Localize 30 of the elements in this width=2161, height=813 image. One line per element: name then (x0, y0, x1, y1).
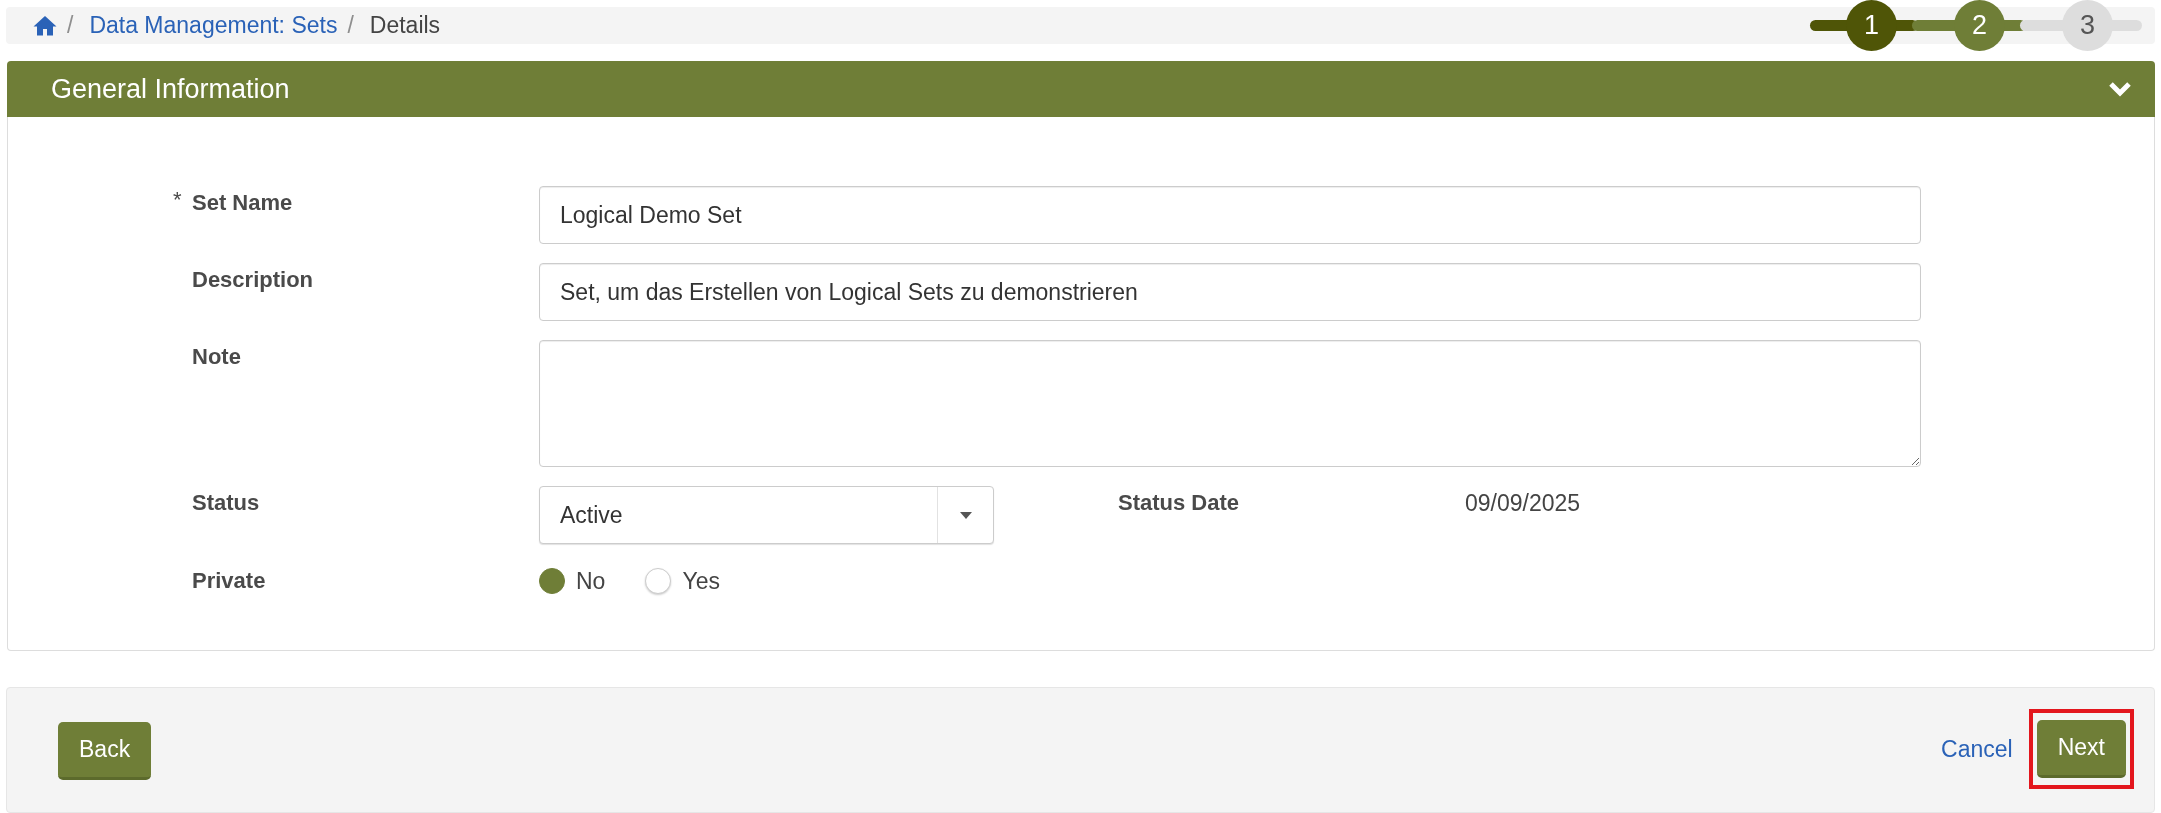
field-label: Status (192, 489, 260, 517)
step-indicator: 3 (2062, 0, 2113, 51)
breadcrumb-separator: / (347, 12, 354, 39)
breadcrumb-current: Details (369, 12, 441, 39)
breadcrumb-link[interactable]: Data Management: Sets (89, 12, 338, 39)
radio-icon[interactable] (645, 568, 672, 594)
breadcrumb-separator: / (67, 12, 74, 39)
caret-icon (959, 511, 972, 519)
radio-option[interactable]: Yes (645, 567, 720, 595)
field-label: Set Name (192, 189, 293, 217)
required-mark: * (173, 186, 182, 212)
back-button[interactable]: Back (58, 722, 152, 780)
field-label: Description (192, 266, 314, 294)
home-icon[interactable] (33, 15, 57, 36)
text-input[interactable]: Logical Demo Set (539, 186, 1921, 244)
field-label: Private (192, 567, 266, 595)
radio-icon[interactable] (539, 568, 565, 594)
radio-option[interactable]: No (539, 567, 606, 595)
text-input[interactable]: Set, um das Erstellen von Logical Sets zu demonstrieren (539, 263, 1921, 321)
chevron-down-icon[interactable] (2108, 81, 2132, 97)
step-indicator: 2 (1954, 0, 2005, 51)
next-button[interactable]: Next (2036, 720, 2126, 778)
field-label: Status Date (1118, 489, 1240, 517)
step-indicator: 1 (1846, 0, 1897, 51)
dropdown-field[interactable]: Active (539, 486, 994, 544)
field-value: 09/09/2025 (1465, 489, 1581, 517)
panel-title: General Information (51, 73, 290, 105)
field-label: Note (192, 343, 241, 371)
cancel-link[interactable]: Cancel (1941, 735, 2013, 763)
textarea-field[interactable] (539, 340, 1921, 467)
